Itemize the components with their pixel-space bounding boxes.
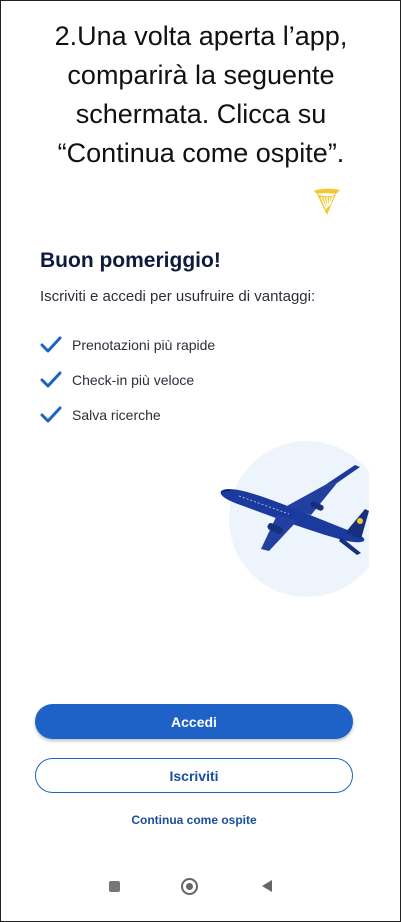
instruction-line: 2.Una volta aperta l’app, xyxy=(54,21,348,51)
login-button[interactable]: Accedi xyxy=(35,704,353,739)
benefit-label: Salva ricerche xyxy=(72,406,161,423)
benefit-label: Prenotazioni più rapide xyxy=(72,336,216,353)
instruction-line: schermata. Clicca su xyxy=(75,99,327,129)
circle-icon[interactable] xyxy=(181,878,198,895)
instruction-line: comparirà la seguente xyxy=(67,60,335,90)
airplane-icon xyxy=(220,441,369,597)
instruction-text: 2.Una volta aperta l’app, comparirà la s… xyxy=(21,17,381,173)
benefit-label: Check-in più veloce xyxy=(72,371,195,388)
continue-as-guest-link[interactable]: Continua come ospite xyxy=(35,813,353,827)
register-button[interactable]: Iscriviti xyxy=(35,758,353,793)
triangle-back-icon[interactable] xyxy=(262,880,272,892)
greeting-title: Buon pomeriggio! xyxy=(40,249,221,272)
screen-frame: 2.Una volta aperta l’app, comparirà la s… xyxy=(0,0,401,922)
greeting-subtitle: Iscriviti e accedi per usufruire di vant… xyxy=(40,288,316,305)
check-icon xyxy=(40,371,62,387)
system-navigation-bar xyxy=(101,874,301,898)
instruction-line: “Continua come ospite”. xyxy=(57,138,345,168)
benefit-item: Prenotazioni più rapide xyxy=(40,327,215,362)
check-icon xyxy=(40,336,62,352)
check-icon xyxy=(40,406,62,422)
benefits-list: Prenotazioni più rapide Check-in più vel… xyxy=(40,327,215,432)
benefit-item: Salva ricerche xyxy=(40,397,215,432)
harp-logo-icon xyxy=(314,188,340,215)
benefit-item: Check-in più veloce xyxy=(40,362,215,397)
square-icon[interactable] xyxy=(109,881,120,892)
